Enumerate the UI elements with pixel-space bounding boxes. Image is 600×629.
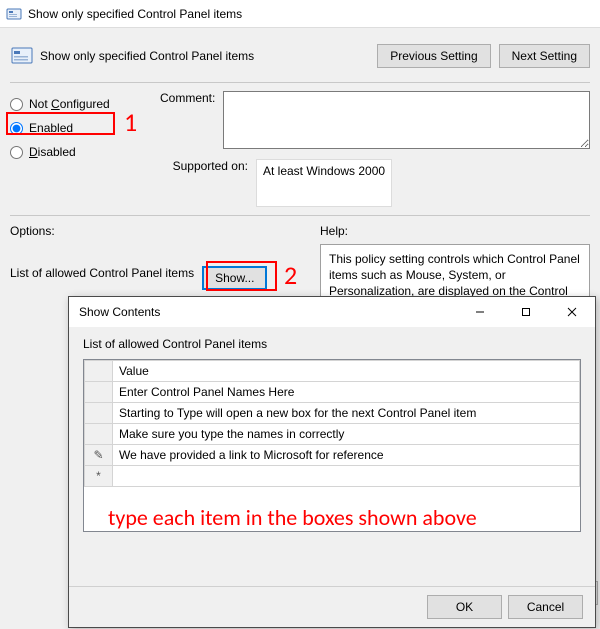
table-row[interactable]: Enter Control Panel Names Here [85,382,580,403]
state-and-comment-row: Not Configured Enabled Disabled document… [10,91,590,207]
policy-header: Show only specified Control Panel items … [10,36,590,74]
table-row[interactable]: * [85,466,580,487]
row-marker [85,403,113,424]
show-contents-dialog: Show Contents List of allowed Control Pa… [68,296,596,628]
radio-disabled[interactable]: Disabled [10,145,150,159]
value-cell[interactable]: Enter Control Panel Names Here [113,382,580,403]
previous-setting-button[interactable]: Previous Setting [377,44,490,68]
close-button[interactable] [549,297,595,327]
value-cell[interactable] [113,466,580,487]
show-button[interactable]: Show... [202,266,267,290]
table-row[interactable]: ✎We have provided a link to Microsoft fo… [85,445,580,466]
help-section-label: Help: [320,224,348,238]
radio-not-configured[interactable]: Not Configured [10,97,150,111]
dialog-footer: OK Cancel [69,586,595,627]
radio-not-configured-input[interactable] [10,98,23,111]
radio-not-configured-label: Not Configured [29,97,110,111]
divider [10,82,590,83]
options-panel: List of allowed Control Panel items Show… [10,260,310,296]
radio-enabled-input[interactable] [10,122,23,135]
dialog-titlebar: Show Contents [69,297,595,327]
policy-large-icon [10,44,34,68]
ok-button[interactable]: OK [427,595,502,619]
row-marker: * [85,466,113,487]
comment-label: Comment: [160,91,215,149]
supported-on-box: At least Windows 2000 [256,159,392,207]
next-setting-button[interactable]: Next Setting [499,44,590,68]
grid-corner [85,361,113,382]
radio-enabled-label: Enabled [29,121,73,135]
dialog-list-label: List of allowed Control Panel items [83,337,581,351]
maximize-icon [521,307,531,317]
table-row[interactable]: Starting to Type will open a new box for… [85,403,580,424]
options-list-label: List of allowed Control Panel items [10,266,194,280]
divider-2 [10,215,590,216]
comment-input[interactable] [223,91,590,149]
titlebar: Show only specified Control Panel items [0,0,600,28]
supported-on-text: At least Windows 2000 [263,164,385,178]
window-title: Show only specified Control Panel items [28,7,242,21]
row-marker: ✎ [85,445,113,466]
row-marker [85,424,113,445]
options-section-label: Options: [10,224,55,238]
value-grid[interactable]: Value Enter Control Panel Names HereStar… [83,359,581,532]
policy-icon [6,6,22,22]
minimize-icon [475,307,485,317]
maximize-button[interactable] [503,297,549,327]
radio-disabled-input[interactable] [10,146,23,159]
policy-title: Show only specified Control Panel items [40,49,254,63]
value-cell[interactable]: We have provided a link to Microsoft for… [113,445,580,466]
grid-col-value[interactable]: Value [113,361,580,382]
table-row[interactable]: Make sure you type the names in correctl… [85,424,580,445]
minimize-button[interactable] [457,297,503,327]
value-cell[interactable]: Starting to Type will open a new box for… [113,403,580,424]
radio-disabled-label: Disabled [29,145,76,159]
row-marker [85,382,113,403]
cancel-button[interactable]: Cancel [508,595,583,619]
close-icon [567,307,577,317]
dialog-body: List of allowed Control Panel items Valu… [69,327,595,586]
supported-label: Supported on: [160,159,248,173]
value-cell[interactable]: Make sure you type the names in correctl… [113,424,580,445]
radio-enabled[interactable]: Enabled [10,121,150,135]
state-radio-group: Not Configured Enabled Disabled [10,97,150,159]
dialog-title: Show Contents [79,305,160,319]
